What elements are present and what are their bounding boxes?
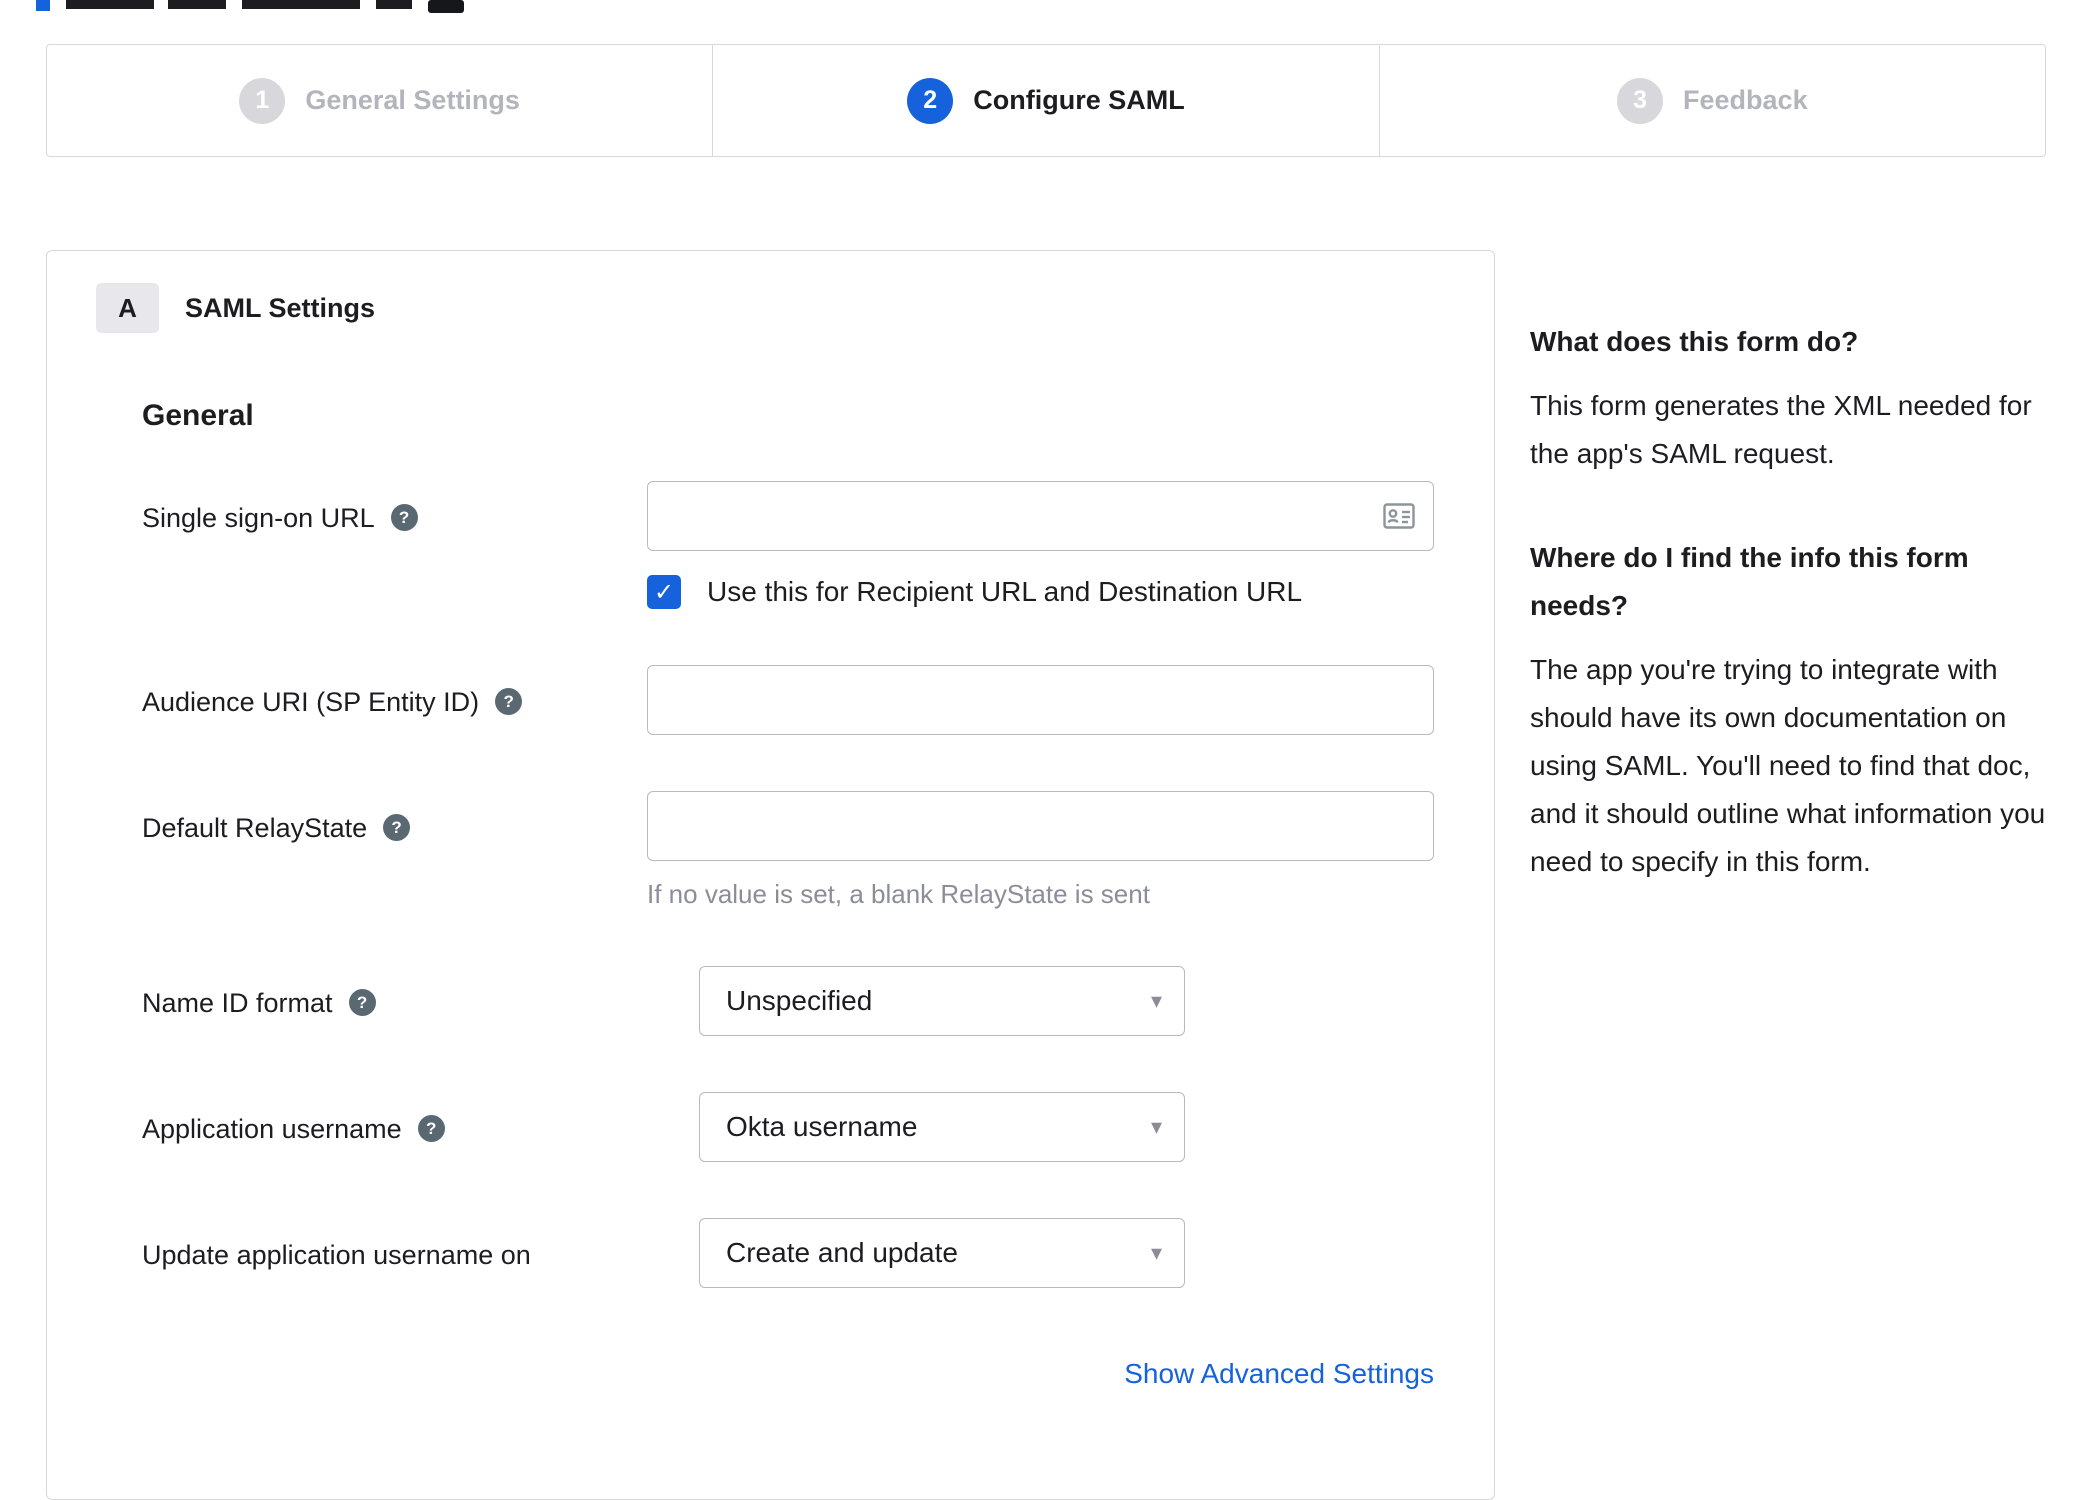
- sso-url-label-col: Single sign-on URL ?: [142, 481, 647, 609]
- update-app-username-label: Update application username on: [142, 1240, 531, 1270]
- help-icon[interactable]: ?: [383, 814, 411, 841]
- help-section-where: Where do I find the info this form needs…: [1530, 534, 2046, 886]
- update-app-username-row: Update application username on Create an…: [142, 1218, 1434, 1288]
- sso-url-input-wrap: [647, 481, 1434, 551]
- sso-url-row: Single sign-on URL ? ✓ Use this for Reci…: [142, 481, 1434, 609]
- clipped-title-fragment: [168, 0, 226, 9]
- help-section-title: Where do I find the info this form needs…: [1530, 542, 1969, 621]
- relay-state-input[interactable]: [648, 792, 1433, 860]
- update-app-username-select[interactable]: Create and update ▾: [699, 1218, 1185, 1288]
- step-general-settings[interactable]: 1 General Settings: [47, 45, 712, 156]
- app-username-value: Okta username: [726, 1111, 918, 1142]
- audience-uri-label-col: Audience URI (SP Entity ID) ?: [142, 665, 647, 735]
- app-username-label: Application username: [142, 1114, 402, 1144]
- name-id-format-value: Unspecified: [726, 985, 873, 1016]
- update-app-username-control-col: Create and update ▾: [699, 1218, 1434, 1288]
- relay-state-control-col: If no value is set, a blank RelayState i…: [647, 791, 1434, 910]
- name-id-format-select[interactable]: Unspecified ▾: [699, 966, 1185, 1036]
- audience-uri-input-wrap: [647, 665, 1434, 735]
- advanced-settings-row: Show Advanced Settings: [142, 1358, 1434, 1390]
- update-app-username-value: Create and update: [726, 1237, 958, 1268]
- section-header: A SAML Settings: [96, 283, 1434, 333]
- app-username-control-col: Okta username ▾: [699, 1092, 1434, 1162]
- update-app-username-label-col: Update application username on: [142, 1218, 699, 1288]
- help-icon[interactable]: ?: [348, 989, 376, 1016]
- sso-url-input[interactable]: [648, 482, 1433, 550]
- name-id-format-label-col: Name ID format ?: [142, 966, 699, 1036]
- sso-url-label: Single sign-on URL: [142, 503, 375, 533]
- clipped-title-fragment: [66, 0, 154, 9]
- app-username-select[interactable]: Okta username ▾: [699, 1092, 1185, 1162]
- relay-state-label-col: Default RelayState ?: [142, 791, 647, 910]
- step-number-badge: 1: [239, 77, 286, 124]
- help-section-body: This form generates the XML needed for t…: [1530, 390, 2032, 469]
- clipped-logo-fragment: [36, 0, 50, 11]
- help-icon[interactable]: ?: [495, 688, 523, 715]
- chevron-down-icon: ▾: [1150, 988, 1162, 1013]
- relay-state-label: Default RelayState: [142, 813, 368, 843]
- name-id-format-label: Name ID format: [142, 988, 333, 1018]
- sso-url-control-col: ✓ Use this for Recipient URL and Destina…: [647, 481, 1434, 609]
- help-section-what: What does this form do? This form genera…: [1530, 318, 2046, 478]
- recipient-url-checkbox-row: ✓ Use this for Recipient URL and Destina…: [647, 575, 1434, 609]
- section-a-badge: A: [96, 283, 159, 333]
- relay-state-row: Default RelayState ? If no value is set,…: [142, 791, 1434, 910]
- step-configure-saml[interactable]: 2 Configure SAML: [712, 45, 1378, 156]
- clipped-app-header: [0, 0, 2092, 14]
- recipient-url-checkbox[interactable]: ✓: [647, 575, 681, 609]
- step-label: Configure SAML: [973, 85, 1185, 115]
- section-title: SAML Settings: [185, 292, 376, 323]
- step-feedback[interactable]: 3 Feedback: [1378, 45, 2045, 156]
- app-username-row: Application username ? Okta username ▾: [142, 1092, 1434, 1162]
- show-advanced-settings-link[interactable]: Show Advanced Settings: [1124, 1358, 1434, 1389]
- name-id-format-row: Name ID format ? Unspecified ▾: [142, 966, 1434, 1036]
- step-label: General Settings: [305, 85, 520, 115]
- audience-uri-row: Audience URI (SP Entity ID) ?: [142, 665, 1434, 735]
- saml-settings-card: A SAML Settings General Single sign-on U…: [46, 250, 1495, 1500]
- help-icon[interactable]: ?: [417, 1115, 445, 1142]
- help-sidebar: What does this form do? This form genera…: [1530, 250, 2046, 886]
- app-username-label-col: Application username ?: [142, 1092, 699, 1162]
- relay-state-input-wrap: [647, 791, 1434, 861]
- audience-uri-control-col: [647, 665, 1434, 735]
- step-number-badge: 3: [1617, 77, 1664, 124]
- saml-form: Single sign-on URL ? ✓ Use this for Reci…: [142, 481, 1434, 1390]
- relay-state-hint: If no value is set, a blank RelayState i…: [647, 879, 1150, 909]
- audience-uri-input[interactable]: [648, 666, 1433, 734]
- help-section-title: What does this form do?: [1530, 326, 1859, 357]
- clipped-title-fragment: [242, 0, 360, 9]
- name-id-format-control-col: Unspecified ▾: [699, 966, 1434, 1036]
- general-group-title: General: [142, 399, 254, 432]
- chevron-down-icon: ▾: [1150, 1114, 1162, 1139]
- step-number-badge: 2: [907, 77, 954, 124]
- clipped-icon-fragment: [428, 0, 464, 13]
- step-label: Feedback: [1683, 85, 1808, 115]
- page-content: A SAML Settings General Single sign-on U…: [46, 250, 2046, 1500]
- help-section-body: The app you're trying to integrate with …: [1530, 654, 2046, 877]
- chevron-down-icon: ▾: [1150, 1240, 1162, 1265]
- audience-uri-label: Audience URI (SP Entity ID): [142, 687, 480, 717]
- clipped-title-fragment: [376, 0, 412, 9]
- wizard-stepper: 1 General Settings 2 Configure SAML 3 Fe…: [46, 44, 2046, 157]
- help-icon[interactable]: ?: [390, 504, 418, 531]
- recipient-url-checkbox-label: Use this for Recipient URL and Destinati…: [707, 576, 1303, 607]
- contact-card-icon[interactable]: [1383, 503, 1415, 529]
